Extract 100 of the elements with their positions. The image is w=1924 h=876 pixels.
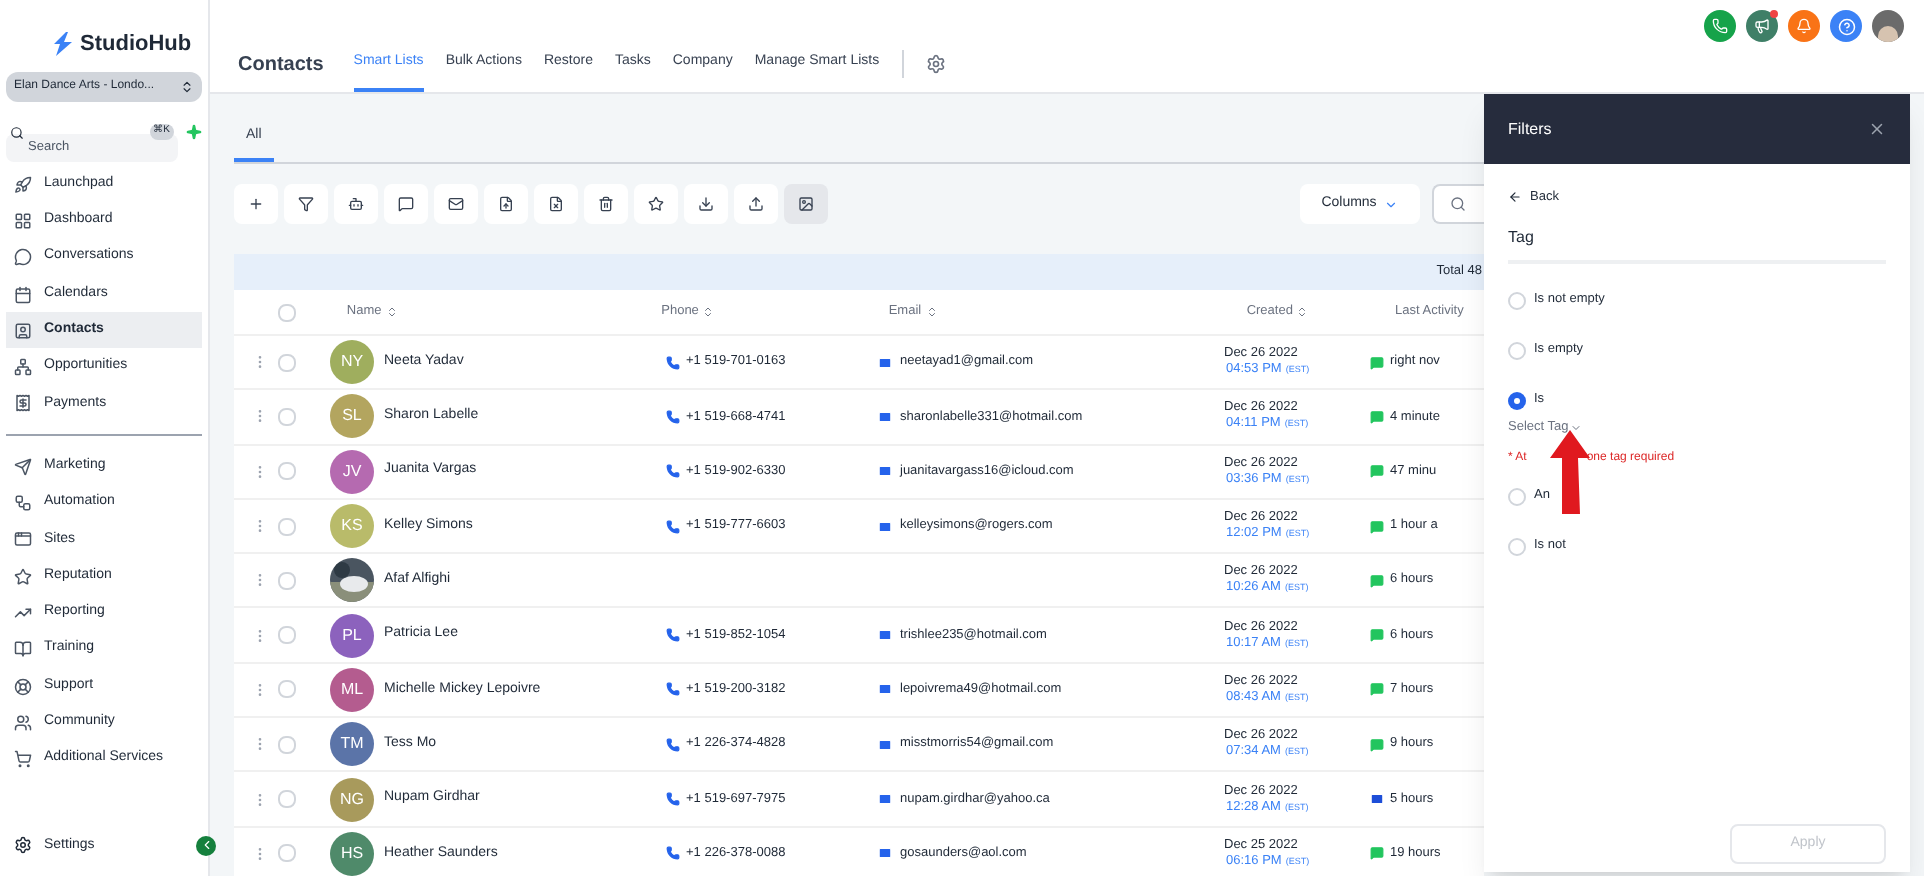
bell-icon — [1796, 18, 1812, 34]
filter-icon — [298, 196, 314, 212]
notifications-button[interactable] — [1788, 10, 1820, 42]
phone-icon — [666, 846, 680, 861]
help-button[interactable] — [1830, 10, 1862, 42]
announcement-button[interactable] — [1746, 10, 1778, 42]
search-icon — [1450, 196, 1466, 212]
message-icon — [1370, 355, 1384, 370]
caret-icon — [1570, 421, 1583, 434]
toolbar-button[interactable] — [384, 184, 428, 224]
trash-icon — [598, 196, 614, 212]
book-icon — [14, 640, 32, 659]
workflow-icon — [14, 494, 32, 513]
avatar: NY — [330, 340, 374, 385]
message-icon — [1370, 737, 1384, 752]
logo-icon — [54, 32, 72, 56]
trend-icon — [14, 603, 32, 622]
header-checkbox[interactable] — [277, 303, 296, 321]
radio-button[interactable] — [1508, 487, 1526, 505]
avatar: NG — [330, 777, 374, 822]
field-label: Tag — [1508, 225, 1886, 264]
row-checkbox[interactable] — [278, 844, 296, 863]
avatar: JV — [330, 449, 374, 494]
grid-icon — [14, 211, 32, 230]
message-icon — [398, 196, 414, 212]
mail-icon — [878, 792, 892, 807]
toolbar-button[interactable] — [284, 184, 328, 224]
radio-button[interactable] — [1508, 291, 1526, 310]
chat-icon — [14, 248, 32, 267]
avatar: HS — [330, 831, 374, 876]
phone-icon — [1712, 18, 1728, 34]
phone-icon — [666, 409, 680, 424]
row-checkbox[interactable] — [278, 462, 296, 481]
sparkle-icon[interactable] — [186, 124, 202, 140]
toolbar-button[interactable] — [484, 184, 528, 224]
row-checkbox[interactable] — [278, 353, 296, 372]
arrow-left-icon — [1508, 190, 1522, 205]
avatar: KS — [330, 504, 374, 549]
message-icon — [1370, 519, 1384, 534]
phone-icon — [666, 519, 680, 534]
phone-icon — [666, 737, 680, 752]
row-checkbox[interactable] — [278, 407, 296, 426]
toolbar-button[interactable] — [434, 184, 478, 224]
user-avatar[interactable] — [1872, 10, 1904, 42]
mail-icon — [878, 682, 892, 697]
toolbar-button[interactable] — [584, 184, 628, 224]
panel-title: Filters — [1508, 117, 1552, 141]
radio-button[interactable] — [1508, 537, 1526, 555]
cart-icon — [14, 750, 32, 769]
phone-icon — [666, 464, 680, 479]
upload-icon — [748, 196, 764, 212]
logo-text: StudioHub — [80, 29, 192, 60]
megaphone-icon — [1754, 18, 1770, 34]
mail-icon — [878, 519, 892, 534]
row-checkbox[interactable] — [278, 790, 296, 809]
contact-card-icon — [14, 321, 32, 340]
rocket-icon — [14, 175, 32, 194]
mail-icon — [878, 846, 892, 861]
phone-icon — [666, 682, 680, 697]
robot-icon — [348, 196, 364, 212]
calendar-icon — [14, 285, 32, 304]
plus-icon — [248, 196, 264, 212]
close-icon[interactable] — [1868, 120, 1886, 138]
chevron-left-icon — [199, 838, 213, 853]
row-checkbox[interactable] — [278, 571, 296, 590]
mail-icon — [878, 409, 892, 424]
settings-icon — [14, 836, 32, 855]
message-icon — [1370, 464, 1384, 479]
row-checkbox[interactable] — [278, 735, 296, 754]
star-icon — [648, 196, 664, 212]
network-icon — [14, 358, 32, 377]
settings-icon[interactable] — [925, 54, 946, 74]
radio-button[interactable] — [1508, 341, 1526, 360]
toolbar-button[interactable] — [534, 184, 578, 224]
mail-icon — [878, 628, 892, 643]
table-search-field[interactable] — [1432, 184, 1484, 224]
pointer-arrow — [1550, 430, 1590, 514]
image-icon — [798, 196, 814, 212]
row-checkbox[interactable] — [278, 680, 296, 699]
page-title: Contacts — [238, 51, 324, 79]
collapse-button[interactable] — [196, 835, 216, 856]
radio-button[interactable] — [1508, 391, 1526, 410]
phone-button[interactable] — [1704, 10, 1736, 42]
toolbar-button[interactable] — [634, 184, 678, 224]
mail-icon — [448, 196, 464, 212]
window-icon — [14, 530, 32, 549]
row-checkbox[interactable] — [278, 626, 296, 645]
updown-icon — [180, 80, 194, 94]
toolbar-button[interactable] — [784, 184, 828, 224]
star-icon — [14, 567, 32, 586]
chevron-down-icon — [1384, 197, 1399, 211]
mail-icon — [878, 737, 892, 752]
download-icon — [698, 196, 714, 212]
send-icon — [14, 457, 32, 476]
avatar: TM — [330, 722, 374, 767]
row-checkbox[interactable] — [278, 517, 296, 536]
lifebuoy-icon — [14, 677, 32, 695]
mail-icon — [878, 464, 892, 479]
avatar: SL — [330, 394, 374, 439]
toolbar-button[interactable] — [334, 184, 378, 224]
